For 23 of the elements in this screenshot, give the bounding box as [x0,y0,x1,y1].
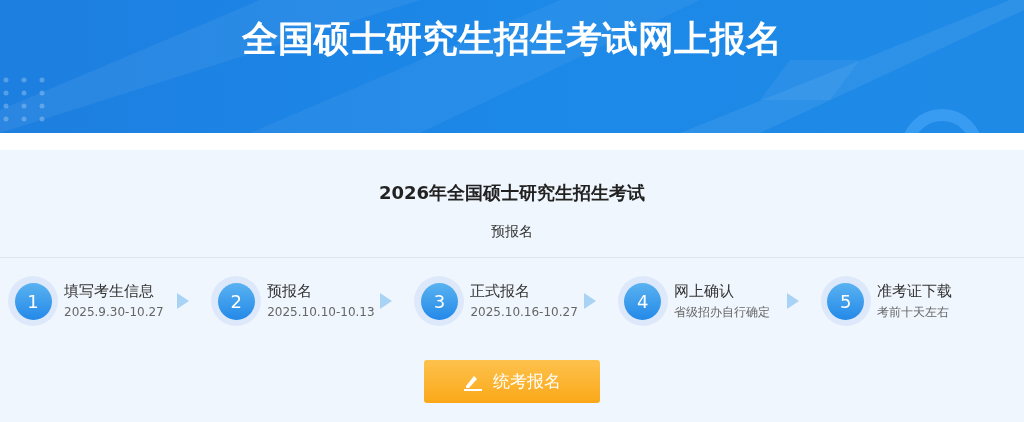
step-name: 填写考生信息 [64,281,155,302]
exam-subtitle: 预报名 [491,222,533,241]
arrow-icon [786,293,799,309]
step-name: 正式报名 [470,281,532,302]
step-number: 4 [617,276,668,326]
arrow-icon [380,293,393,309]
step-name: 网上确认 [673,281,735,302]
step-date: 2025.10.16-10.27 [470,304,579,321]
banner-title: 全国硕士研究生招生考试网上报名 [242,17,782,61]
step-name: 准考证下载 [876,281,953,302]
step-number: 2 [211,276,262,326]
step-number: 3 [414,276,465,326]
arrow-icon [583,293,596,309]
step-date: 省级招办自行确定 [673,304,771,321]
exam-title: 2026年全国硕士研究生招生考试 [378,181,646,205]
step-date: 2025.10.10-10.13 [267,304,376,321]
step-date: 考前十天左右 [876,304,950,321]
step-number: 5 [820,276,871,326]
arrow-icon [177,293,190,309]
step-name: 预报名 [267,281,314,302]
register-button[interactable]: 统考报名 [424,360,600,403]
step-number: 1 [8,276,58,326]
step-date: 2025.9.30-10.27 [64,304,165,321]
